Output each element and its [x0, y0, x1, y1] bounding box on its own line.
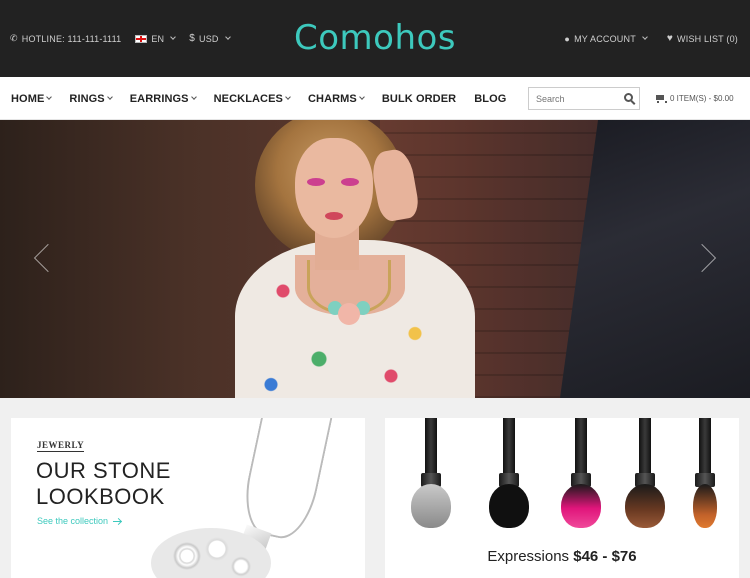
- brush-handle: [503, 418, 515, 478]
- search-icon[interactable]: [624, 93, 633, 102]
- chevron-down-icon: [106, 94, 113, 100]
- chevron-down-icon: [190, 94, 197, 100]
- promo-banners: JEWERLY OUR STONE LOOKBOOK See the colle…: [0, 398, 750, 578]
- banner-title-line: LOOKBOOK: [36, 484, 165, 509]
- nav-item-label: RINGS: [69, 92, 105, 105]
- chevron-down-icon: [46, 94, 53, 100]
- top-bar: ✆ HOTLINE: 111-111-1111 EN $ USD Comohos…: [0, 0, 750, 77]
- heart-icon: ♥: [666, 33, 674, 44]
- slider-prev-arrow-icon[interactable]: [33, 243, 63, 273]
- brush-bristle: [625, 484, 665, 528]
- wishlist-link[interactable]: ♥ WISH LIST (0): [667, 33, 738, 44]
- nav-item-bulk-order[interactable]: BULK ORDER: [382, 93, 456, 105]
- nav-item-home[interactable]: HOME: [11, 92, 53, 105]
- main-navigation: HOME RINGS EARRINGS NECKLACES CHARMS BUL…: [0, 77, 750, 120]
- nav-item-label: NECKLACES: [213, 92, 283, 105]
- nav-item-label: BLOG: [474, 92, 507, 105]
- search-input[interactable]: [529, 88, 617, 109]
- brush-image: [485, 418, 533, 533]
- nav-item-rings[interactable]: RINGS: [69, 92, 113, 105]
- expressions-price: $46 - $76: [573, 548, 637, 565]
- brush-bristle: [693, 484, 717, 528]
- my-account-menu[interactable]: ● MY ACCOUNT: [564, 33, 648, 44]
- wishlist-label: WISH LIST (0): [677, 33, 738, 44]
- nav-item-label: BULK ORDER: [381, 92, 457, 105]
- chevron-down-icon: [285, 94, 291, 100]
- cart-summary[interactable]: 0 ITEM(S) - $0.00: [655, 77, 734, 120]
- lookbook-banner[interactable]: JEWERLY OUR STONE LOOKBOOK See the colle…: [11, 418, 365, 578]
- brush-handle: [575, 418, 587, 478]
- expressions-banner[interactable]: Expressions $46 - $76: [385, 418, 739, 578]
- model-lips: [325, 212, 343, 220]
- arrow-right-icon: [113, 520, 122, 522]
- model-face: [295, 138, 373, 238]
- nav-item-necklaces[interactable]: NECKLACES: [213, 92, 291, 105]
- brush-handle: [639, 418, 651, 478]
- brush-handle: [699, 418, 711, 478]
- banner-tag: JEWERLY: [37, 440, 85, 452]
- brush-image: [557, 418, 605, 533]
- see-collection-link[interactable]: See the collection: [37, 516, 122, 526]
- model-eye: [341, 178, 359, 186]
- nav-item-charms[interactable]: CHARMS: [307, 92, 365, 105]
- expressions-caption: Expressions $46 - $76: [385, 548, 739, 565]
- nav-item-label: EARRINGS: [129, 92, 189, 105]
- user-icon: ●: [564, 33, 571, 44]
- brush-bristle: [411, 484, 451, 528]
- brush-bristle: [489, 484, 529, 528]
- hero-slider[interactable]: [0, 120, 750, 398]
- banner-title-line: OUR STONE: [36, 458, 171, 483]
- brush-image: [621, 418, 669, 533]
- link-label: See the collection: [37, 516, 109, 526]
- cart-icon: [655, 94, 667, 103]
- cart-label: 0 ITEM(S) - $0.00: [670, 94, 734, 103]
- brush-bristle: [561, 484, 601, 528]
- banner-title: OUR STONE LOOKBOOK: [36, 458, 171, 510]
- model-pendant: [338, 303, 360, 325]
- nav-item-blog[interactable]: BLOG: [474, 93, 506, 105]
- menu: HOME RINGS EARRINGS NECKLACES CHARMS BUL…: [11, 77, 506, 120]
- nav-item-label: CHARMS: [307, 92, 357, 105]
- hero-model-image: [225, 120, 510, 398]
- brush-handle: [425, 418, 437, 478]
- brush-image: [407, 418, 455, 533]
- model-eye: [307, 178, 325, 186]
- nav-item-earrings[interactable]: EARRINGS: [129, 92, 197, 105]
- necklace-chain-image: [237, 418, 335, 544]
- top-bar-right: ● MY ACCOUNT ♥ WISH LIST (0): [564, 33, 738, 44]
- nav-item-label: HOME: [11, 92, 45, 105]
- expressions-label: Expressions: [487, 548, 570, 565]
- brush-image: [681, 418, 729, 533]
- search-box: [528, 87, 640, 110]
- chevron-down-icon: [642, 34, 648, 40]
- my-account-label: MY ACCOUNT: [574, 33, 636, 44]
- chevron-down-icon: [359, 94, 365, 100]
